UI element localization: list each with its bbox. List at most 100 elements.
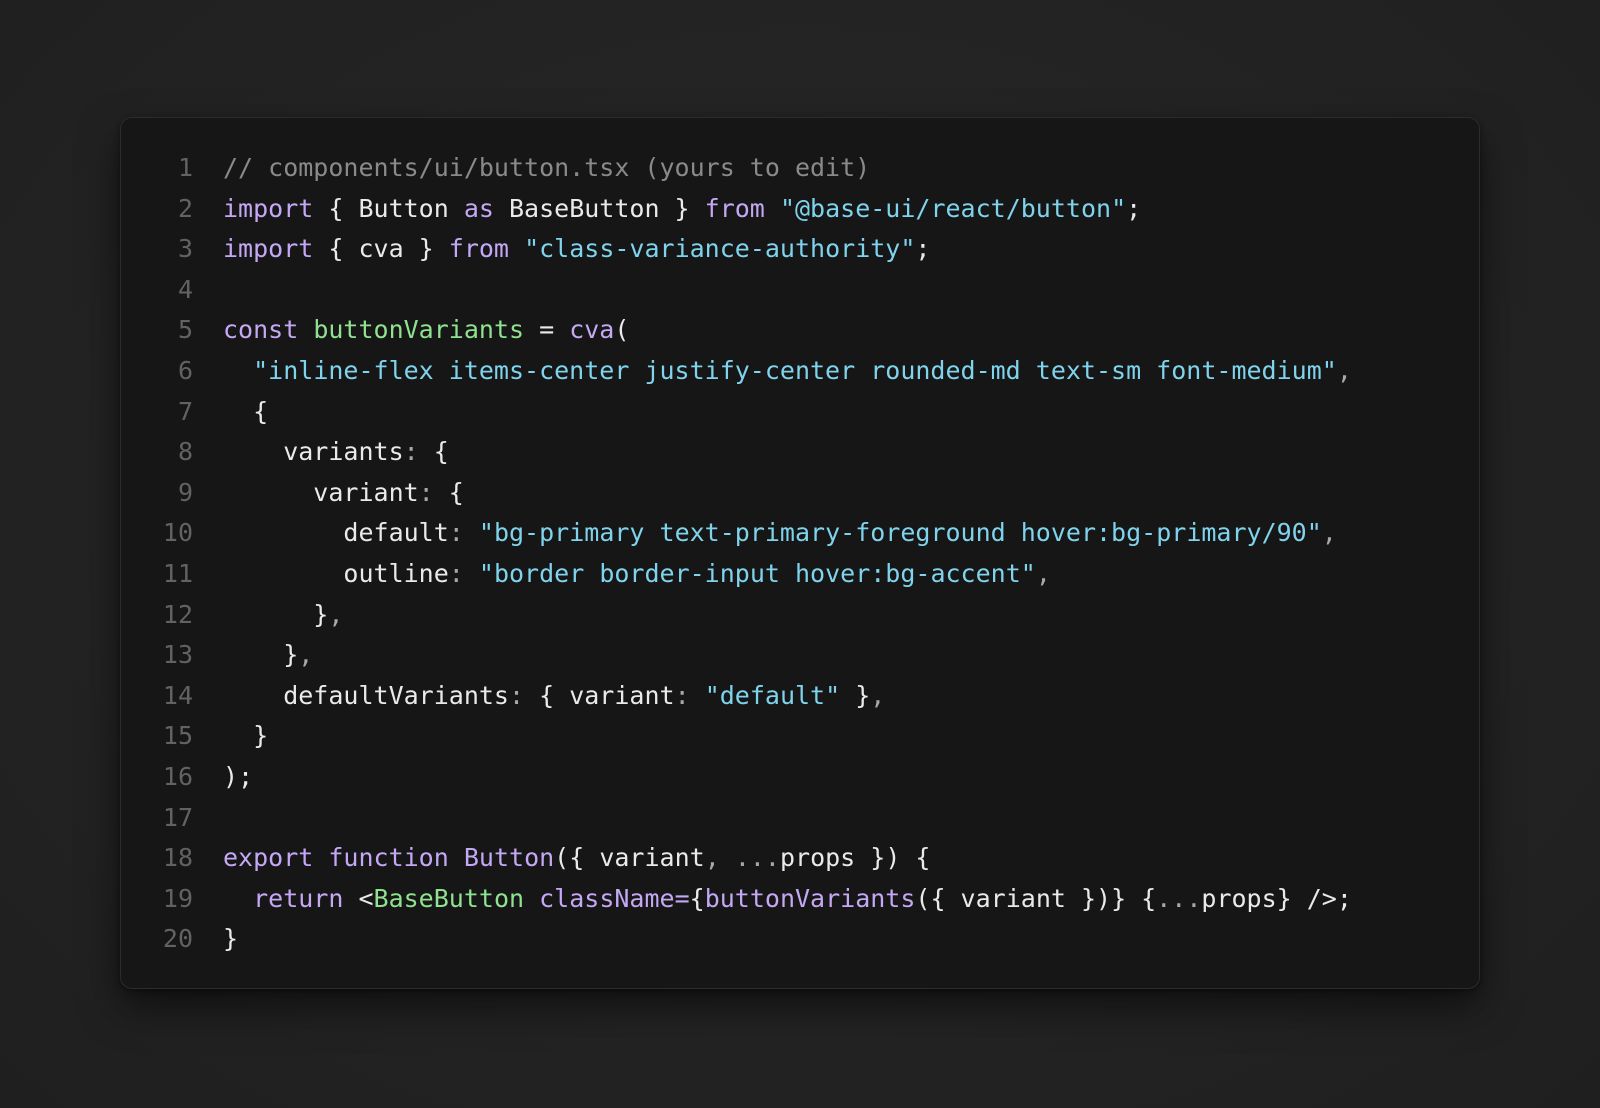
line-code: defaultVariants: { variant: "default" },	[193, 676, 885, 717]
code-line: 17	[121, 798, 1479, 839]
code-token-ident: {	[689, 883, 705, 913]
code-token-punct: :	[403, 437, 419, 467]
line-code: "inline-flex items-center justify-center…	[193, 351, 1352, 392]
code-token-punct: ,	[1035, 558, 1051, 588]
code-token-keyword: from	[448, 234, 509, 264]
code-token-ident	[524, 884, 539, 913]
code-body: 1 // components/ui/button.tsx (yours to e…	[121, 148, 1479, 960]
line-number: 13	[162, 640, 193, 670]
code-token-comment: // components/ui/button.tsx (yours to ed…	[223, 153, 871, 182]
code-token-attr: className=	[539, 883, 690, 913]
code-snippet-card: 1 // components/ui/button.tsx (yours to e…	[120, 117, 1480, 989]
line-code: }	[193, 919, 238, 960]
code-line: 19 return <BaseButton className={buttonV…	[121, 879, 1479, 920]
code-line: 2 import { Button as BaseButton } from "@…	[121, 189, 1479, 230]
code-line: 8 variants: {	[121, 432, 1479, 473]
code-token-string: "@base-ui/react/button"	[779, 193, 1127, 223]
code-token-ident	[765, 194, 780, 223]
line-code: outline: "border border-input hover:bg-a…	[193, 554, 1051, 595]
code-token-keyword: from	[704, 193, 765, 223]
code-token-ident: default	[223, 518, 449, 548]
code-token-ident: (	[614, 315, 630, 345]
code-token-ident: { cva }	[313, 234, 449, 264]
code-token-ident: variants	[223, 437, 404, 467]
line-code: import { cva } from "class-variance-auth…	[193, 229, 930, 270]
line-number: 9	[177, 477, 193, 507]
code-token-string: "class-variance-authority"	[524, 234, 916, 264]
code-token-call: Button	[463, 843, 555, 873]
line-code: default: "bg-primary text-primary-foregr…	[193, 513, 1336, 554]
code-token-ident: { Button	[313, 193, 464, 223]
code-token-ident: ({ variant	[554, 843, 705, 873]
code-token-ident	[690, 681, 705, 710]
line-number: 20	[162, 924, 193, 954]
code-token-punct: ,	[1336, 355, 1352, 385]
code-token-ident: {	[418, 437, 449, 467]
code-token-punct: ,	[298, 640, 314, 670]
line-code: // components/ui/button.tsx (yours to ed…	[193, 148, 870, 189]
code-token-ident: }	[223, 599, 329, 629]
line-number: 2	[177, 193, 193, 223]
line-number: 19	[162, 883, 193, 913]
code-token-ident	[298, 315, 313, 344]
code-token-keyword: as	[463, 193, 494, 223]
line-number: 7	[177, 396, 193, 426]
line-number: 5	[177, 315, 193, 345]
line-code: variant: {	[193, 473, 464, 514]
code-line: 13 },	[121, 635, 1479, 676]
code-token-ident	[509, 234, 524, 263]
code-token-punct: ...	[734, 843, 780, 873]
code-token-ident: props }) {	[779, 843, 931, 873]
line-number: 6	[177, 355, 193, 385]
code-token-ident: variant	[223, 477, 419, 507]
line-number: 12	[162, 599, 193, 629]
line-code: }	[193, 716, 268, 757]
code-token-keyword: const	[223, 315, 299, 345]
line-number: 11	[162, 558, 193, 588]
code-line: 12 },	[121, 595, 1479, 636]
code-token-ident: =	[524, 315, 570, 345]
code-token-ident	[223, 884, 253, 913]
line-number: 1	[177, 153, 193, 182]
code-token-ident: ;	[1126, 193, 1142, 223]
code-token-ident: ;	[915, 234, 931, 264]
line-number: 8	[177, 437, 193, 467]
code-line: 11 outline: "border border-input hover:b…	[121, 554, 1479, 595]
code-token-ident	[449, 843, 464, 872]
code-line: 20}	[121, 919, 1479, 960]
code-token-keyword: function	[328, 843, 449, 873]
code-token-ident: {	[223, 396, 269, 426]
code-line: 15 }	[121, 716, 1479, 757]
code-token-ident: }	[223, 924, 239, 954]
line-code: export function Button({ variant, ...pro…	[193, 838, 930, 879]
code-token-punct: :	[448, 558, 464, 588]
line-code: },	[193, 635, 313, 676]
code-token-ident: <	[343, 883, 374, 913]
code-line: 3 import { cva } from "class-variance-aut…	[121, 229, 1479, 270]
code-token-ident: BaseButton }	[493, 193, 705, 223]
code-token-keyword: return	[253, 883, 344, 913]
line-code: variants: {	[193, 432, 449, 473]
line-code: {	[193, 392, 268, 433]
code-token-ident: }	[840, 680, 871, 710]
line-code: const buttonVariants = cva(	[193, 310, 629, 351]
line-number: 17	[162, 802, 193, 832]
code-token-string: "border border-input hover:bg-accent"	[478, 558, 1036, 588]
code-line: 1 // components/ui/button.tsx (yours to e…	[121, 148, 1479, 189]
code-token-ident	[464, 518, 479, 547]
code-token-keyword: export	[223, 843, 314, 873]
code-line: 14 defaultVariants: { variant: "default"…	[121, 676, 1479, 717]
line-number: 3	[177, 234, 193, 264]
code-token-ident	[313, 843, 328, 872]
code-token-ident: defaultVariants	[223, 680, 509, 710]
code-token-ident: props} />;	[1201, 883, 1352, 913]
code-token-ident: );	[223, 761, 254, 791]
code-token-ident	[720, 843, 735, 872]
line-number: 10	[162, 518, 193, 548]
code-token-ident: { variant	[524, 680, 675, 710]
code-token-punct: ...	[1156, 883, 1202, 913]
code-token-keyword: import	[223, 234, 314, 264]
code-token-ident: {	[433, 477, 464, 507]
code-token-punct: :	[508, 680, 525, 710]
code-token-decl: buttonVariants	[313, 315, 525, 345]
